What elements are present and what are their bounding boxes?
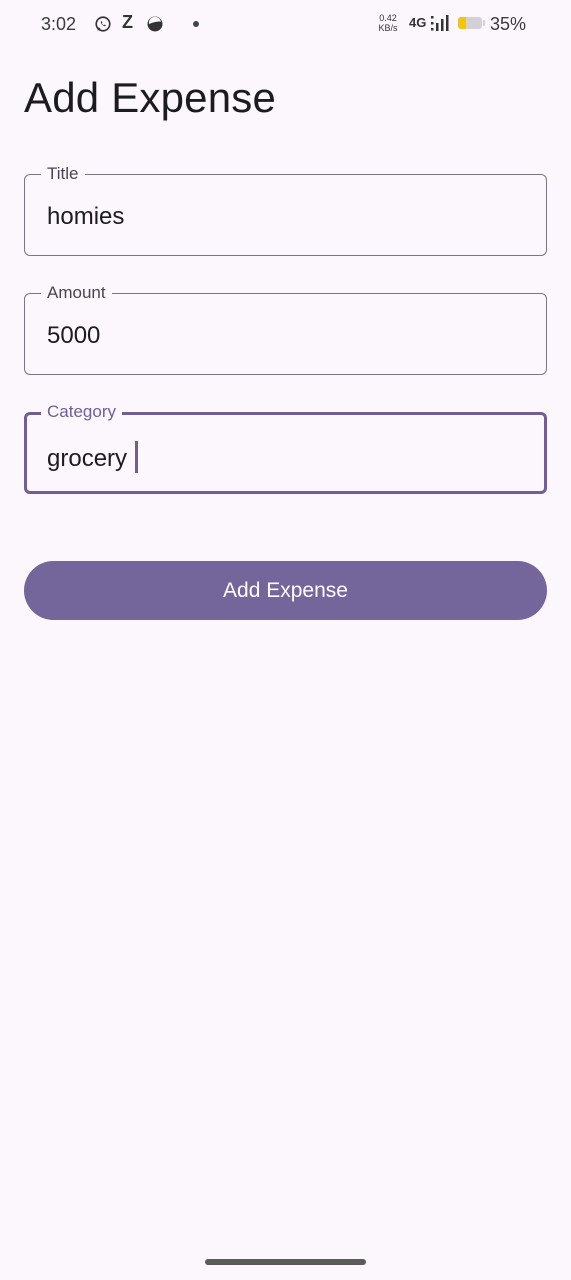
network-speed-unit: KB/s [378,23,398,33]
battery-level [458,17,467,29]
status-time: 3:02 [41,14,77,34]
category-field-value[interactable]: grocery [47,445,127,472]
amount-field-value[interactable]: 5000 [47,322,100,350]
network-speed-value: 0.42 [379,13,397,23]
category-field-label: Category [41,402,122,422]
text-cursor [135,441,139,473]
category-field-value-wrap[interactable]: grocery [47,441,139,473]
status-bar: 3:02 Z 0.42 KB/s 4G 35% [0,0,571,50]
battery-percent: 35% [490,14,527,34]
signal-icon [431,15,449,31]
title-field-value[interactable]: homies [47,203,124,231]
battery-icon [458,17,482,29]
category-field[interactable]: Category grocery [24,402,547,494]
amount-field-label: Amount [41,283,112,303]
title-field-label: Title [41,164,85,184]
moon-app-icon [147,16,163,32]
network-type: 4G [409,15,427,30]
home-indicator[interactable] [205,1259,366,1265]
network-speed: 0.42 KB/s [375,13,401,33]
battery-cap [483,20,485,26]
notification-dot-icon [193,21,199,27]
add-expense-button[interactable]: Add Expense [24,561,547,620]
whatsapp-icon [95,16,111,32]
amount-field[interactable]: Amount 5000 [24,283,547,375]
z-app-icon: Z [122,12,133,32]
page-title: Add Expense [24,74,277,121]
title-field[interactable]: Title homies [24,164,547,256]
